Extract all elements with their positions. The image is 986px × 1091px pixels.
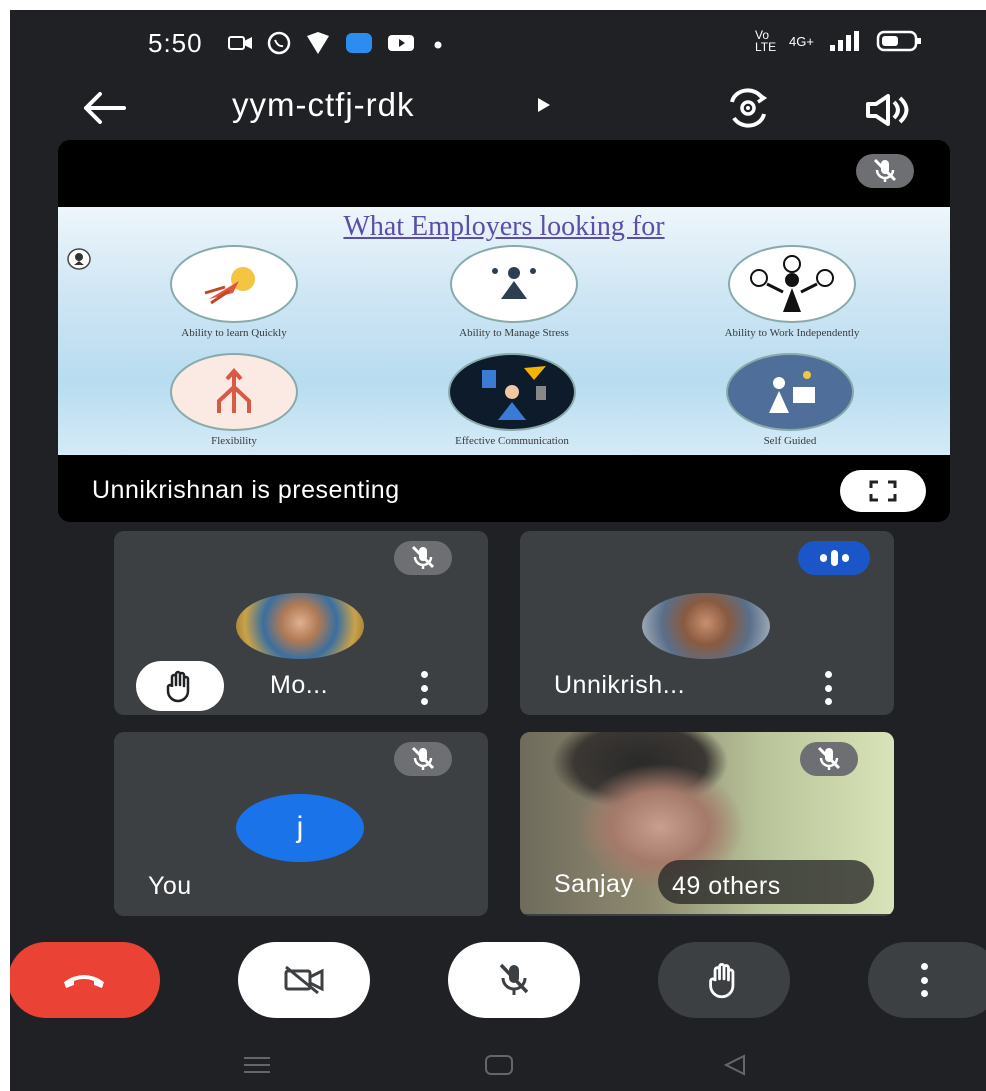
avatar — [642, 593, 770, 659]
slide-item-learn: Ability to learn Quickly — [134, 245, 334, 339]
slide-item-flexibility: Flexibility — [134, 353, 334, 447]
raise-hand-icon — [166, 670, 190, 703]
slide-item-label: Flexibility — [211, 435, 257, 447]
switch-camera-icon[interactable] — [722, 86, 774, 130]
participant-tile[interactable]: Unnikrish... — [520, 531, 894, 715]
raised-hand-badge — [136, 661, 224, 711]
youtube-icon — [388, 35, 414, 51]
slide-item-self-guided: Self Guided — [690, 353, 890, 447]
avatar — [236, 593, 364, 659]
communication-icon — [448, 353, 576, 431]
rocket-icon — [170, 245, 298, 323]
home-nav-icon[interactable] — [484, 1054, 514, 1076]
fullscreen-button[interactable] — [840, 470, 926, 512]
avatar: j — [236, 794, 364, 862]
meet-call-screen: 5:50 Vo LTE 4G+ yym-ctfj-rdk What Employ — [10, 10, 986, 1091]
slide-item-label: Ability to Manage Stress — [459, 327, 569, 339]
blue-app-icon — [346, 33, 372, 53]
raise-hand-icon — [709, 963, 735, 999]
back-nav-icon[interactable] — [722, 1054, 748, 1076]
camera-toggle-button[interactable] — [238, 942, 370, 1018]
speaking-indicator-icon — [798, 541, 870, 575]
phone-hangup-icon — [64, 975, 104, 988]
presenter-mic-off-icon — [856, 154, 914, 188]
split-arrow-icon — [170, 353, 298, 431]
whatsapp-icon — [267, 31, 291, 55]
slide-item-label: Effective Communication — [455, 435, 569, 447]
battery-icon — [876, 30, 921, 52]
more-notifications-icon — [434, 41, 442, 49]
participant-name: Mo... — [270, 671, 329, 699]
meditation-icon — [450, 245, 578, 323]
slide-title: What Employers looking for — [343, 211, 665, 242]
raise-hand-button[interactable] — [658, 942, 790, 1018]
presentation-tile[interactable]: What Employers looking for Ability to le… — [58, 140, 950, 522]
slide-item-label: Self Guided — [763, 435, 817, 447]
status-time: 5:50 — [148, 28, 203, 58]
meeting-top-bar: yym-ctfj-rdk — [10, 78, 986, 142]
slide-item-communication: Effective Communication — [412, 353, 612, 447]
signal-label: 4G+ — [789, 33, 814, 49]
self-guided-icon — [726, 353, 854, 431]
slide-item-label: Ability to learn Quickly — [181, 327, 287, 339]
status-bar: 5:50 Vo LTE 4G+ — [10, 10, 986, 68]
participant-tile-self[interactable]: j You — [114, 732, 488, 916]
shield-app-icon — [307, 32, 329, 54]
videocam-off-icon — [284, 965, 324, 995]
presenting-label: Unnikrishnan is presenting — [92, 476, 400, 504]
slide-item-independent: Ability to Work Independently — [692, 245, 892, 339]
menu-nav-icon[interactable] — [242, 1056, 272, 1074]
meeting-code[interactable]: yym-ctfj-rdk — [232, 86, 414, 124]
speaker-icon[interactable] — [862, 88, 914, 132]
others-count[interactable]: 49 others — [672, 872, 781, 901]
meeting-info-arrow-icon[interactable] — [536, 96, 552, 114]
notification-icons — [228, 30, 448, 56]
participant-name: Unnikrish... — [554, 671, 686, 699]
mic-off-icon — [394, 541, 452, 575]
camera-notification-icon — [228, 36, 252, 50]
signal-icon — [829, 31, 859, 51]
call-controls — [10, 942, 986, 1022]
end-call-button[interactable] — [10, 942, 160, 1018]
participant-name: Sanjay — [554, 870, 634, 898]
more-vert-icon[interactable] — [414, 671, 434, 705]
participant-tile-video[interactable]: Sanjay 49 others — [520, 732, 894, 916]
status-right: Vo LTE 4G+ — [755, 28, 922, 54]
system-nav-bar — [10, 1040, 986, 1091]
mic-off-icon — [499, 963, 529, 995]
participant-name: You — [148, 872, 192, 900]
mic-off-icon — [800, 742, 858, 776]
microphone-toggle-button[interactable] — [448, 942, 580, 1018]
slide-logo-icon — [67, 248, 91, 270]
shared-slide: What Employers looking for Ability to le… — [58, 207, 950, 455]
back-arrow-icon[interactable] — [78, 86, 132, 130]
more-vert-icon[interactable] — [818, 671, 838, 705]
more-vert-icon — [914, 963, 934, 997]
volte-label: Vo LTE — [755, 28, 777, 54]
participant-tile[interactable]: Mo... — [114, 531, 488, 715]
more-options-button[interactable] — [868, 942, 986, 1018]
slide-item-label: Ability to Work Independently — [724, 327, 860, 339]
fullscreen-icon — [869, 480, 897, 502]
slide-item-stress: Ability to Manage Stress — [414, 245, 614, 339]
independent-work-icon — [728, 245, 856, 323]
mic-off-icon — [394, 742, 452, 776]
